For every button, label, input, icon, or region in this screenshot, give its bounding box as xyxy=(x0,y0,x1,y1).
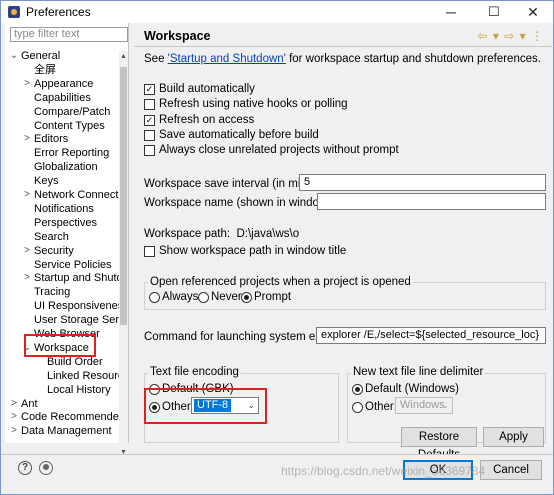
encoding-highlight xyxy=(144,388,267,424)
tree-item-service-policies[interactable]: Service Policies xyxy=(34,258,125,272)
option-label: Refresh on access xyxy=(159,113,255,126)
title-divider xyxy=(134,46,554,47)
tree-item-general[interactable]: General xyxy=(21,49,125,63)
show-path-label: Show workspace path in window title xyxy=(159,245,347,257)
delimiter-value: Windows xyxy=(400,399,445,411)
minimize-button[interactable]: ─ xyxy=(431,1,471,23)
option-checkbox[interactable] xyxy=(144,129,155,141)
radio-prompt-label: Prompt xyxy=(254,291,292,303)
tree-item-globalization[interactable]: Globalization xyxy=(34,160,125,174)
tree-item-error-reporting[interactable]: Error Reporting xyxy=(34,146,125,160)
tree-item-tracing[interactable]: Tracing xyxy=(34,285,125,299)
filter-input[interactable]: type filter text xyxy=(10,27,128,42)
option-checkbox[interactable]: ✓ xyxy=(144,84,155,95)
workspace-path-value: D:\java\ws\o xyxy=(236,228,300,240)
option-checkbox[interactable] xyxy=(144,99,155,111)
save-interval-input[interactable]: 5 xyxy=(299,174,546,191)
tree-item-keys[interactable]: Keys xyxy=(34,174,125,188)
window-title: Preferences xyxy=(26,5,91,19)
show-path-checkbox[interactable] xyxy=(144,246,155,257)
tree-item-security[interactable]: Security xyxy=(34,244,125,258)
tree-item-ant[interactable]: Ant xyxy=(21,397,125,411)
workspace-path-label: Workspace path: D:\java\ws\o xyxy=(144,228,300,240)
option-label: Always close unrelated projects without … xyxy=(159,144,399,157)
maximize-button[interactable]: ☐ xyxy=(474,1,514,23)
tree-item-compare-patch[interactable]: Compare/Patch xyxy=(34,105,125,119)
tree-scrollbar[interactable]: ▲ ▼ xyxy=(119,51,128,461)
preferences-window: Preferences ─ ☐ ✕ type filter text ⌄ Gene… xyxy=(0,0,554,495)
delimiter-default-radio[interactable] xyxy=(352,384,363,395)
preference-tree-panel: type filter text ⌄ General 全屏 > Appearance Ca… xyxy=(5,23,129,461)
option-checkbox[interactable] xyxy=(144,145,155,157)
tree-item-user-storage-serv[interactable]: User Storage Serv xyxy=(34,313,125,327)
cancel-button[interactable]: Cancel xyxy=(480,460,542,480)
close-button[interactable]: ✕ xyxy=(513,1,553,23)
tree-twisty-icon[interactable]: > xyxy=(9,411,19,422)
option-label: Save automatically before build xyxy=(159,128,319,141)
tree-item-notifications[interactable]: Notifications xyxy=(34,202,125,216)
tree-item-local-history[interactable]: Local History xyxy=(47,383,125,397)
tree-twisty-icon[interactable]: > xyxy=(9,398,19,409)
scrollbar-thumb[interactable] xyxy=(120,67,127,325)
startup-shutdown-link[interactable]: 'Startup and Shutdown' xyxy=(168,53,286,65)
tree-item-search[interactable]: Search xyxy=(34,230,125,244)
workspace-highlight xyxy=(24,334,96,357)
tree-item-capabilities[interactable]: Capabilities xyxy=(34,91,125,105)
text-encoding-title: Text file encoding xyxy=(148,366,241,378)
tree-item-linked-resourc[interactable]: Linked Resourc xyxy=(47,369,125,383)
tree-item-data-management[interactable]: Data Management xyxy=(21,424,125,438)
scroll-up-icon[interactable]: ▲ xyxy=(119,53,128,60)
line-delimiter-title: New text file line delimiter xyxy=(351,366,486,378)
tree-item-ui-responsivenes[interactable]: UI Responsivenes xyxy=(34,299,125,313)
option-label: Refresh using native hooks or polling xyxy=(159,98,348,111)
delimiter-default-label: Default (Windows) xyxy=(365,383,459,395)
radio-always[interactable] xyxy=(149,292,160,303)
import-export-icon[interactable] xyxy=(39,461,53,475)
tree-item-appearance[interactable]: Appearance xyxy=(34,77,125,91)
intro-text: See 'Startup and Shutdown' for workspace… xyxy=(144,53,541,65)
tree-item-item[interactable]: 全屏 xyxy=(34,63,125,77)
tree-twisty-icon[interactable]: > xyxy=(22,272,32,283)
radio-never-label: Never xyxy=(211,291,242,303)
eclipse-app-icon xyxy=(8,6,20,18)
tree-item-code-recommenders[interactable]: Code Recommenders xyxy=(21,410,125,424)
option-label: Build automatically xyxy=(159,83,255,95)
apply-button[interactable]: Apply xyxy=(483,427,544,447)
delimiter-select[interactable]: Windows ⌄ xyxy=(395,397,453,414)
tree-twisty-icon[interactable]: ⌄ xyxy=(9,50,19,61)
open-referenced-title: Open referenced projects when a project … xyxy=(148,276,413,288)
tree-twisty-icon[interactable]: > xyxy=(22,189,32,200)
watermark-text: https://blog.csdn.net/weixin_36369784 xyxy=(281,464,486,478)
explorer-command-input[interactable]: explorer /E,/select=${selected_resource_… xyxy=(316,327,546,344)
help-icon[interactable]: ? xyxy=(18,461,32,475)
tree-twisty-icon[interactable]: > xyxy=(22,78,32,89)
tree-item-content-types[interactable]: Content Types xyxy=(34,119,125,133)
tree-twisty-icon[interactable]: > xyxy=(22,133,32,144)
title-bar: Preferences ─ ☐ ✕ xyxy=(1,1,553,23)
workspace-name-input[interactable] xyxy=(317,193,546,210)
tree-item-network-connectio[interactable]: Network Connectio xyxy=(34,188,125,202)
chevron-down-icon: ⌄ xyxy=(441,400,449,410)
tree-item-editors[interactable]: Editors xyxy=(34,132,125,146)
radio-prompt[interactable] xyxy=(241,292,252,303)
radio-never[interactable] xyxy=(198,292,209,303)
page-title: Workspace xyxy=(144,29,211,43)
tree-twisty-icon[interactable]: > xyxy=(22,245,32,256)
restore-defaults-button[interactable]: Restore Defaults xyxy=(401,427,477,461)
tree-item-startup-and-shutd[interactable]: Startup and Shutd xyxy=(34,271,125,285)
option-checkbox[interactable]: ✓ xyxy=(144,114,155,126)
delimiter-other-label: Other: xyxy=(365,401,397,413)
tree-twisty-icon[interactable]: > xyxy=(9,425,19,436)
delimiter-other-radio[interactable] xyxy=(352,402,363,413)
history-nav-icons[interactable]: ⇦ ▾ ⇨ ▾ ⋮ xyxy=(478,29,545,43)
tree-item-perspectives[interactable]: Perspectives xyxy=(34,216,125,230)
radio-always-label: Always xyxy=(162,291,199,303)
